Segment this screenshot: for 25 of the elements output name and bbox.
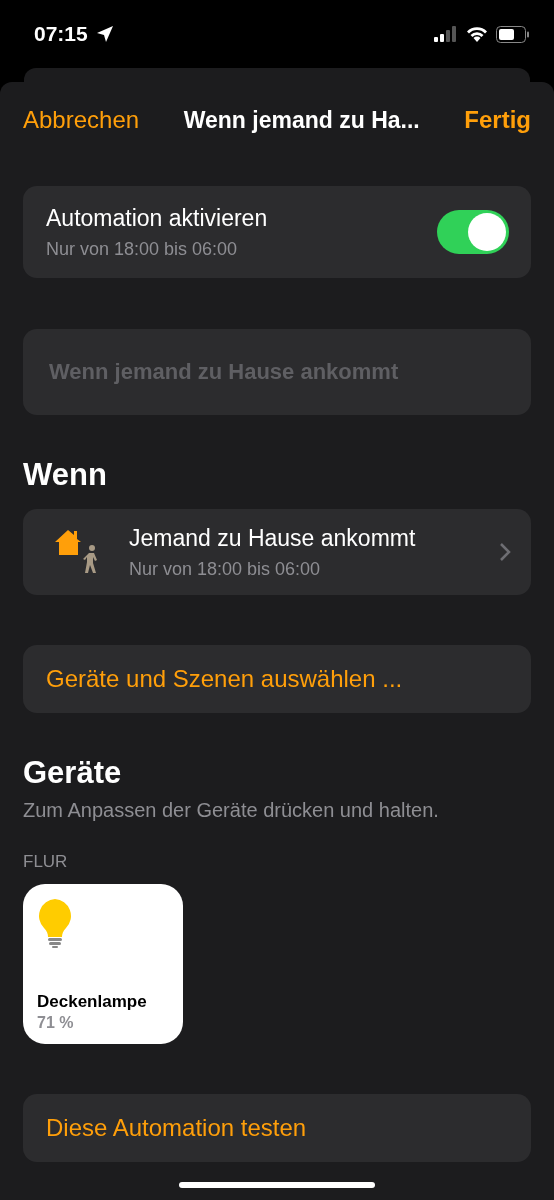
lightbulb-icon [37, 898, 73, 948]
chevron-right-icon [499, 542, 511, 562]
test-automation-button[interactable]: Diese Automation testen [23, 1094, 531, 1162]
clock: 07:15 [34, 22, 88, 46]
activation-switch[interactable] [437, 210, 509, 254]
wifi-icon [466, 26, 488, 42]
room-label: FLUR [23, 852, 69, 872]
sheet-title: Wenn jemand zu Ha... [183, 106, 420, 134]
trigger-detail: Nur von 18:00 bis 06:00 [129, 558, 322, 580]
device-tile[interactable]: Deckenlampe 71 % [23, 884, 183, 1044]
battery-icon [496, 25, 530, 43]
signal-icon [434, 26, 458, 42]
devices-hint: Zum Anpassen der Geräte drücken und halten. [23, 799, 440, 822]
location-arrow-icon [95, 25, 114, 43]
trigger-title: Jemand zu Hause ankommt [129, 524, 417, 552]
trigger-row[interactable]: Jemand zu Hause ankommt Nur von 18:00 bis 06:00 [23, 509, 531, 595]
activation-label: Automation aktivieren [46, 204, 268, 232]
done-button[interactable]: Fertig [464, 106, 531, 134]
cancel-button[interactable]: Abbrechen [23, 106, 140, 134]
section-heading: Wenn [23, 457, 108, 493]
section-heading: Geräte [23, 755, 123, 791]
device-name: Deckenlampe [37, 992, 147, 1012]
select-devices-button[interactable]: Geräte und Szenen auswählen ... [23, 645, 531, 713]
device-state: 71 % [37, 1014, 74, 1032]
activation-detail: Nur von 18:00 bis 06:00 [46, 238, 239, 260]
